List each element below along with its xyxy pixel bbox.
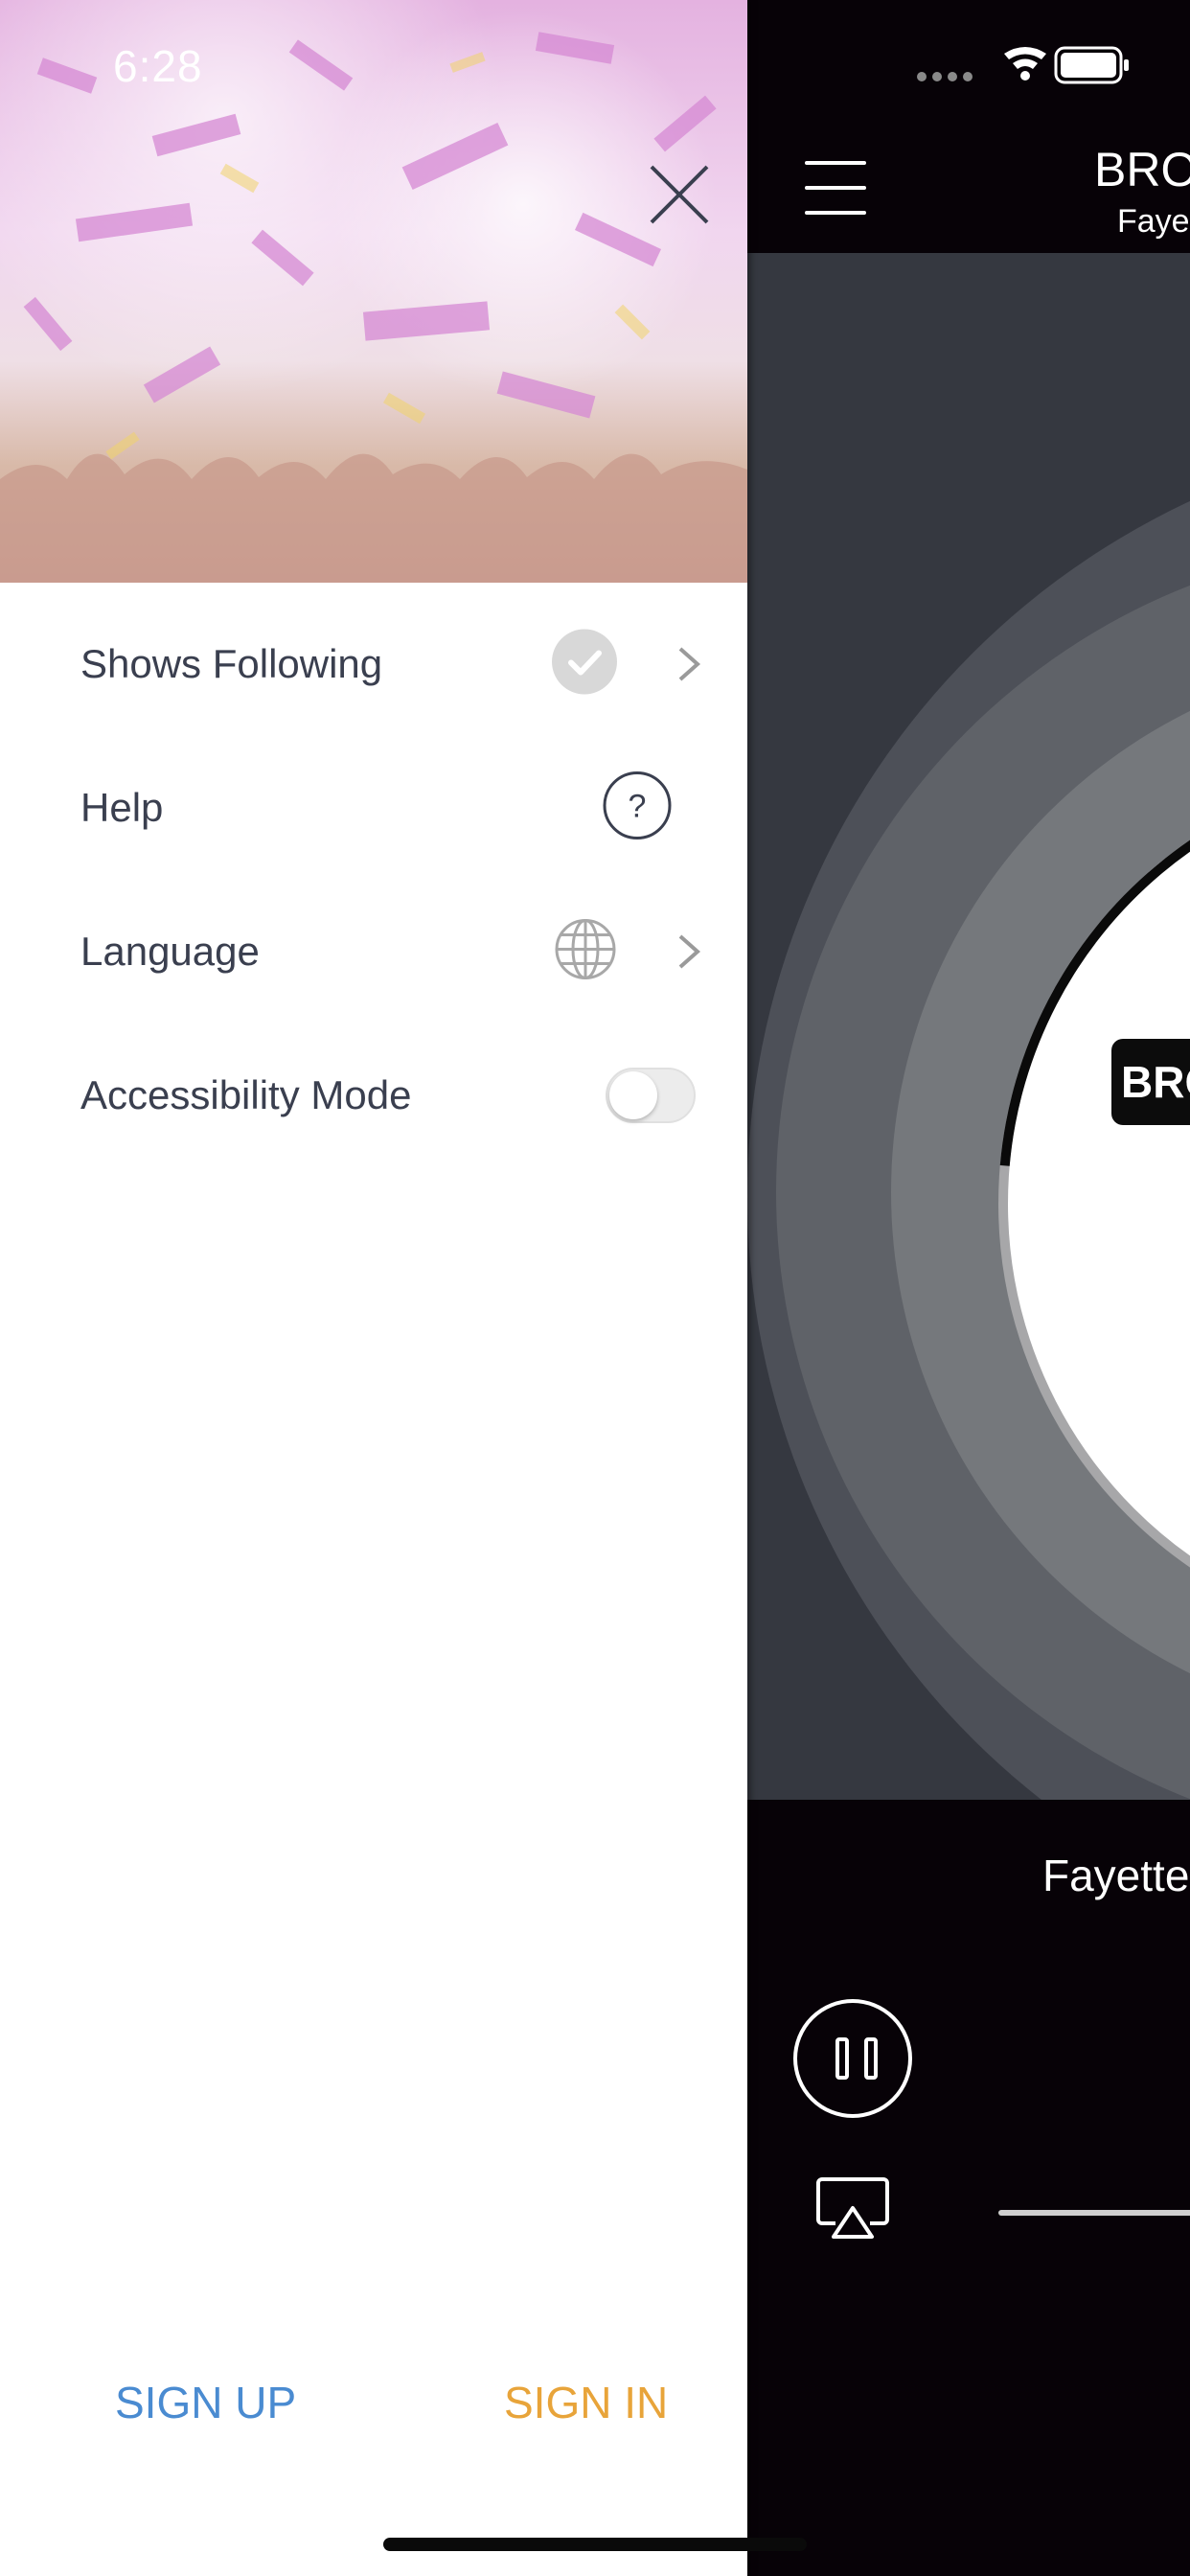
menu-item-label: Shows Following [80, 641, 383, 686]
menu-item-shows-following[interactable]: Shows Following [0, 592, 747, 736]
status-time: 6:28 [113, 41, 203, 91]
toggle-knob [609, 1071, 657, 1119]
menu-item-label: Language [80, 929, 260, 974]
airplay-icon[interactable] [814, 2175, 891, 2242]
sign-up-button[interactable]: SIGN UP [115, 2377, 296, 2428]
pause-button[interactable] [793, 1999, 912, 2118]
chevron-right-icon [675, 932, 703, 971]
menu-item-label: Accessibility Mode [80, 1072, 412, 1117]
confetti-crowd-image [0, 32, 747, 583]
player-subtitle: Faye [1117, 203, 1190, 240]
wifi-icon [1004, 47, 1046, 80]
sign-in-button[interactable]: SIGN IN [504, 2377, 668, 2428]
now-playing-text: Fayette [1042, 1851, 1190, 1900]
battery-icon [1054, 46, 1129, 84]
drawer-header-image: 6:28 [0, 0, 747, 583]
player-title: BRO [1094, 143, 1190, 196]
home-indicator [383, 2538, 807, 2551]
globe-icon [554, 918, 617, 986]
album-art-area: BRO [747, 253, 1190, 1800]
side-menu-drawer: 6:28 Shows Following Help ? Language Acc… [0, 0, 747, 2576]
menu-item-language[interactable]: Language [0, 880, 747, 1024]
menu-item-accessibility-mode: Accessibility Mode [0, 1024, 747, 1167]
menu-item-help[interactable]: Help ? [0, 736, 747, 880]
player-header: BRO Faye [747, 0, 1190, 253]
close-icon[interactable] [648, 163, 711, 226]
volume-slider[interactable] [998, 2210, 1190, 2216]
status-bar-indicators [916, 44, 1175, 86]
check-circle-icon [550, 628, 619, 702]
question-circle-icon: ? [602, 770, 673, 846]
signal-icon [917, 72, 973, 81]
hamburger-menu-icon[interactable] [805, 161, 866, 215]
accessibility-mode-toggle[interactable] [606, 1068, 696, 1123]
chevron-right-icon [675, 645, 703, 683]
svg-text:?: ? [629, 789, 647, 825]
player-screen: BRO Faye BRO Fayette [747, 0, 1190, 2576]
station-logo: BRO [1111, 1039, 1190, 1125]
menu-item-label: Help [80, 785, 164, 830]
